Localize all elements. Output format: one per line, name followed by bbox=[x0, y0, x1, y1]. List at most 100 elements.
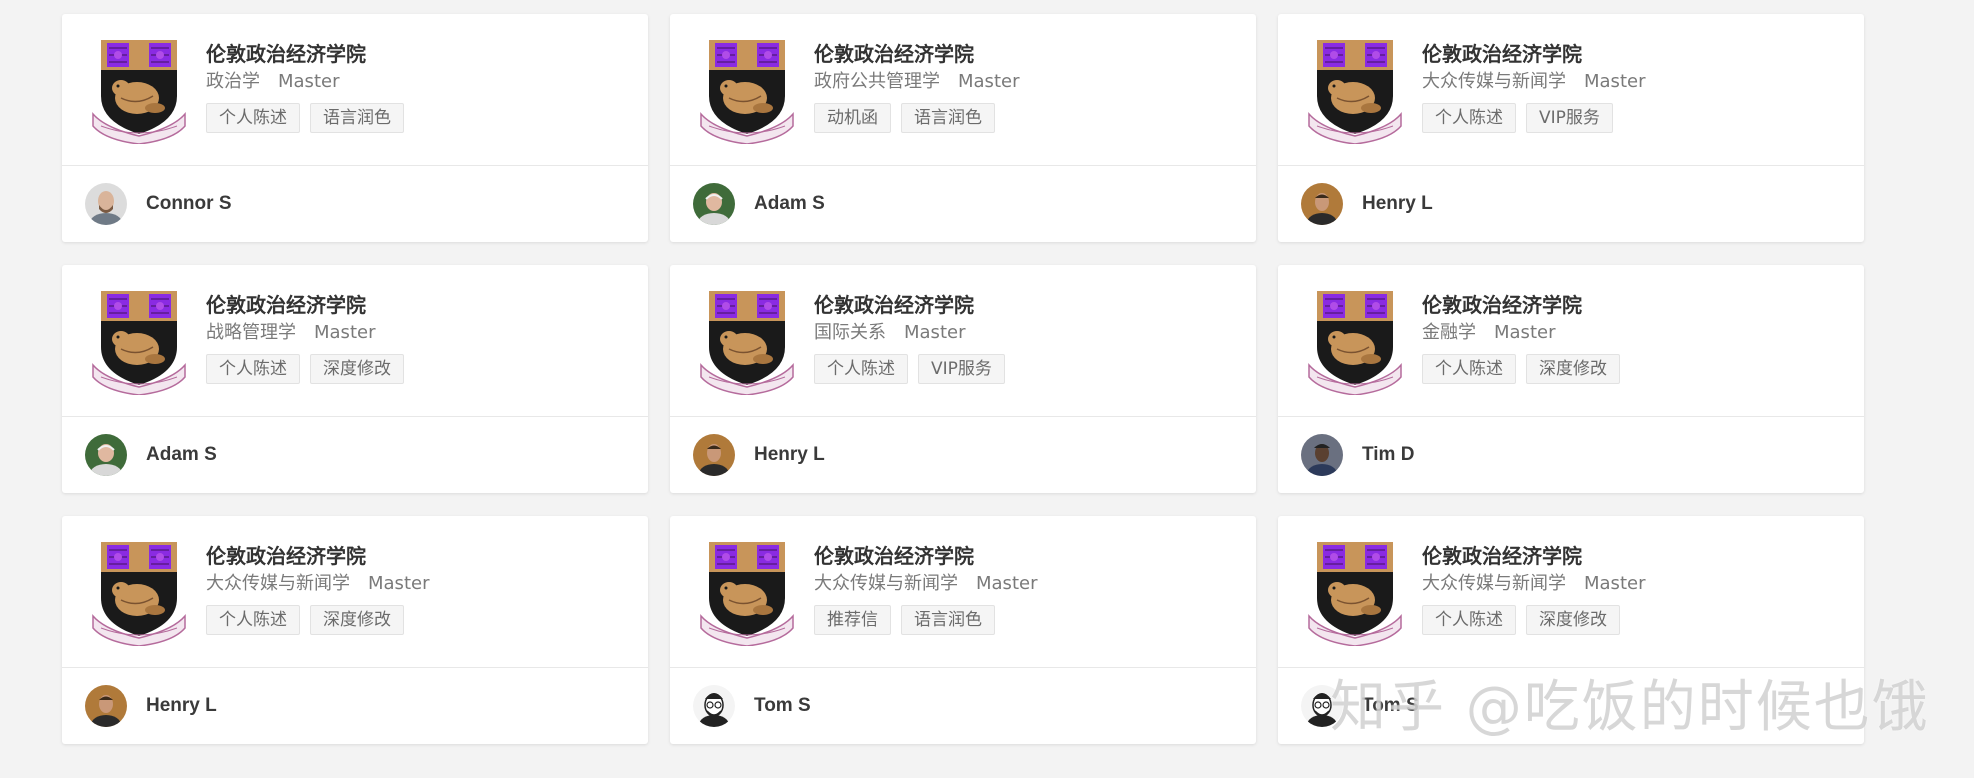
mentor-card-4[interactable]: 伦敦政治经济学院 战略管理学 Master 个人陈述 深度修改 Adam S bbox=[62, 265, 648, 493]
lse-crest-icon bbox=[91, 287, 187, 396]
card-header: 伦敦政治经济学院 政府公共管理学 Master 动机函 语言润色 bbox=[670, 14, 1256, 166]
avatar-green-bg[interactable] bbox=[85, 434, 127, 476]
school-name: 伦敦政治经济学院 bbox=[814, 42, 974, 66]
major-label: 大众传媒与新闻学 bbox=[814, 573, 958, 594]
service-tag[interactable]: 个人陈述 bbox=[1422, 103, 1516, 133]
service-tag[interactable]: 个人陈述 bbox=[206, 103, 300, 133]
mentor-name[interactable]: Adam S bbox=[146, 444, 217, 466]
degree-label: Master bbox=[368, 573, 430, 594]
avatar-bw-sketch[interactable] bbox=[693, 685, 735, 727]
service-tag[interactable]: 推荐信 bbox=[814, 605, 891, 635]
degree-label: Master bbox=[1494, 322, 1556, 343]
school-name: 伦敦政治经济学院 bbox=[814, 293, 974, 317]
program-info: 伦敦政治经济学院 政治学 Master 个人陈述 语言润色 bbox=[206, 36, 404, 133]
degree-label: Master bbox=[314, 322, 376, 343]
card-header: 伦敦政治经济学院 大众传媒与新闻学 Master 个人陈述 深度修改 bbox=[1278, 516, 1864, 668]
major-label: 战略管理学 bbox=[206, 322, 296, 343]
mentor-name[interactable]: Tom S bbox=[1362, 695, 1419, 717]
card-header: 伦敦政治经济学院 国际关系 Master 个人陈述 VIP服务 bbox=[670, 265, 1256, 417]
service-tag[interactable]: VIP服务 bbox=[918, 354, 1005, 384]
avatar-warm-bg[interactable] bbox=[1301, 183, 1343, 225]
avatar-green-bg[interactable] bbox=[693, 183, 735, 225]
mentor-row[interactable]: Henry L bbox=[1278, 166, 1864, 242]
mentor-row[interactable]: Tom S bbox=[1278, 668, 1864, 744]
card-header: 伦敦政治经济学院 大众传媒与新闻学 Master 个人陈述 VIP服务 bbox=[1278, 14, 1864, 166]
lse-crest-icon bbox=[699, 287, 795, 396]
program-meta: 金融学 Master bbox=[1422, 322, 1620, 344]
mentor-row[interactable]: Henry L bbox=[670, 417, 1256, 493]
program-meta: 大众传媒与新闻学 Master bbox=[1422, 573, 1645, 595]
avatar-warm-bg[interactable] bbox=[693, 434, 735, 476]
mentor-row[interactable]: Connor S bbox=[62, 166, 648, 242]
service-tag[interactable]: 深度修改 bbox=[310, 605, 404, 635]
mentor-name[interactable]: Henry L bbox=[146, 695, 217, 717]
service-tag[interactable]: 深度修改 bbox=[1526, 354, 1620, 384]
service-tag[interactable]: 个人陈述 bbox=[814, 354, 908, 384]
mentor-row[interactable]: Henry L bbox=[62, 668, 648, 744]
major-label: 政府公共管理学 bbox=[814, 71, 940, 92]
service-tag[interactable]: 个人陈述 bbox=[206, 354, 300, 384]
mentor-row[interactable]: Adam S bbox=[670, 166, 1256, 242]
card-header: 伦敦政治经济学院 政治学 Master 个人陈述 语言润色 bbox=[62, 14, 648, 166]
service-tag[interactable]: 语言润色 bbox=[901, 103, 995, 133]
mentor-name[interactable]: Adam S bbox=[754, 193, 825, 215]
mentor-row[interactable]: Tom S bbox=[670, 668, 1256, 744]
avatar-warm-bg[interactable] bbox=[85, 685, 127, 727]
service-tag[interactable]: 动机函 bbox=[814, 103, 891, 133]
mentor-card-9[interactable]: 伦敦政治经济学院 大众传媒与新闻学 Master 个人陈述 深度修改 Tom S bbox=[1278, 516, 1864, 744]
lse-crest-icon bbox=[91, 538, 187, 647]
program-info: 伦敦政治经济学院 金融学 Master 个人陈述 深度修改 bbox=[1422, 287, 1620, 384]
school-name: 伦敦政治经济学院 bbox=[1422, 42, 1582, 66]
degree-label: Master bbox=[904, 322, 966, 343]
program-info: 伦敦政治经济学院 大众传媒与新闻学 Master 推荐信 语言润色 bbox=[814, 538, 1037, 635]
service-tag[interactable]: 个人陈述 bbox=[1422, 354, 1516, 384]
program-meta: 政府公共管理学 Master bbox=[814, 71, 1019, 93]
mentor-row[interactable]: Adam S bbox=[62, 417, 648, 493]
service-tags: 动机函 语言润色 bbox=[814, 103, 1019, 133]
program-meta: 国际关系 Master bbox=[814, 322, 1005, 344]
service-tag[interactable]: VIP服务 bbox=[1526, 103, 1613, 133]
lse-crest-icon bbox=[699, 36, 795, 145]
program-info: 伦敦政治经济学院 战略管理学 Master 个人陈述 深度修改 bbox=[206, 287, 404, 384]
card-header: 伦敦政治经济学院 金融学 Master 个人陈述 深度修改 bbox=[1278, 265, 1864, 417]
service-tag[interactable]: 深度修改 bbox=[1526, 605, 1620, 635]
mentor-name[interactable]: Connor S bbox=[146, 193, 232, 215]
mentor-row[interactable]: Tim D bbox=[1278, 417, 1864, 493]
lse-crest-icon bbox=[91, 36, 187, 145]
service-tags: 推荐信 语言润色 bbox=[814, 605, 1037, 635]
service-tag[interactable]: 深度修改 bbox=[310, 354, 404, 384]
mentor-name[interactable]: Henry L bbox=[1362, 193, 1433, 215]
school-name: 伦敦政治经济学院 bbox=[814, 544, 974, 568]
card-header: 伦敦政治经济学院 大众传媒与新闻学 Master 推荐信 语言润色 bbox=[670, 516, 1256, 668]
mentor-name[interactable]: Tim D bbox=[1362, 444, 1414, 466]
mentor-card-2[interactable]: 伦敦政治经济学院 政府公共管理学 Master 动机函 语言润色 Adam S bbox=[670, 14, 1256, 242]
mentor-card-3[interactable]: 伦敦政治经济学院 大众传媒与新闻学 Master 个人陈述 VIP服务 Henry … bbox=[1278, 14, 1864, 242]
service-tags: 个人陈述 语言润色 bbox=[206, 103, 404, 133]
avatar-dark-bg[interactable] bbox=[1301, 434, 1343, 476]
degree-label: Master bbox=[958, 71, 1020, 92]
avatar-light-bald[interactable] bbox=[85, 183, 127, 225]
mentor-card-7[interactable]: 伦敦政治经济学院 大众传媒与新闻学 Master 个人陈述 深度修改 Henry L bbox=[62, 516, 648, 744]
school-name: 伦敦政治经济学院 bbox=[1422, 293, 1582, 317]
major-label: 国际关系 bbox=[814, 322, 886, 343]
mentor-card-6[interactable]: 伦敦政治经济学院 金融学 Master 个人陈述 深度修改 Tim D bbox=[1278, 265, 1864, 493]
school-name: 伦敦政治经济学院 bbox=[206, 544, 366, 568]
program-meta: 大众传媒与新闻学 Master bbox=[206, 573, 429, 595]
mentor-name[interactable]: Tom S bbox=[754, 695, 811, 717]
service-tags: 个人陈述 VIP服务 bbox=[814, 354, 1005, 384]
mentor-name[interactable]: Henry L bbox=[754, 444, 825, 466]
service-tag[interactable]: 语言润色 bbox=[901, 605, 995, 635]
mentor-card-1[interactable]: 伦敦政治经济学院 政治学 Master 个人陈述 语言润色 Connor S bbox=[62, 14, 648, 242]
service-tag[interactable]: 语言润色 bbox=[310, 103, 404, 133]
card-header: 伦敦政治经济学院 大众传媒与新闻学 Master 个人陈述 深度修改 bbox=[62, 516, 648, 668]
program-info: 伦敦政治经济学院 大众传媒与新闻学 Master 个人陈述 VIP服务 bbox=[1422, 36, 1645, 133]
avatar-bw-sketch[interactable] bbox=[1301, 685, 1343, 727]
mentor-card-5[interactable]: 伦敦政治经济学院 国际关系 Master 个人陈述 VIP服务 Henry L bbox=[670, 265, 1256, 493]
service-tags: 个人陈述 深度修改 bbox=[1422, 354, 1620, 384]
service-tag[interactable]: 个人陈述 bbox=[1422, 605, 1516, 635]
mentor-card-8[interactable]: 伦敦政治经济学院 大众传媒与新闻学 Master 推荐信 语言润色 Tom S bbox=[670, 516, 1256, 744]
service-tag[interactable]: 个人陈述 bbox=[206, 605, 300, 635]
lse-crest-icon bbox=[1307, 287, 1403, 396]
major-label: 大众传媒与新闻学 bbox=[206, 573, 350, 594]
program-meta: 战略管理学 Master bbox=[206, 322, 404, 344]
